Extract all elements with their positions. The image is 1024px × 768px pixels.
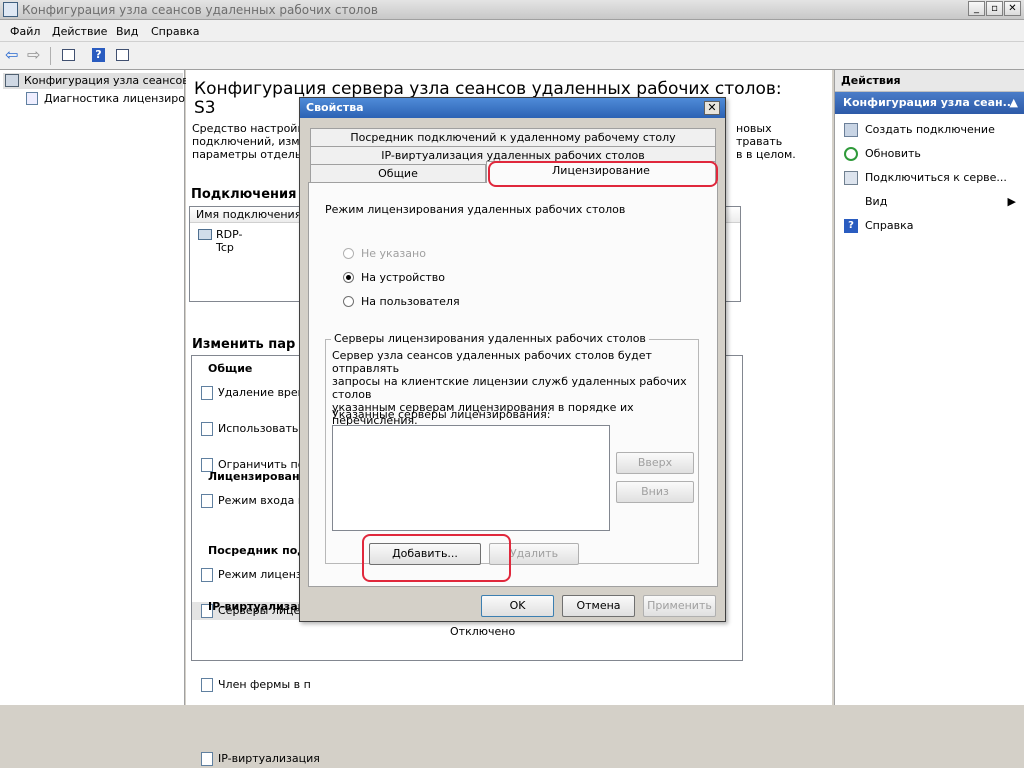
action-create-connection[interactable]: Создать подключение (835, 118, 1024, 142)
radio-per-user[interactable] (343, 296, 354, 307)
tree-root-label: Конфигурация узла сеансов у (24, 74, 199, 87)
show-hide-tree-icon[interactable] (58, 45, 78, 65)
back-icon[interactable]: ⇦ (4, 45, 24, 65)
console-tree: Конфигурация узла сеансов у Диагностика … (0, 70, 219, 705)
servers-description-line: запросы на клиентские лицензии служб уда… (332, 375, 687, 401)
menu-action[interactable]: Действие (52, 25, 107, 38)
title-bar: Конфигурация узла сеансов удаленных рабо… (0, 0, 1024, 20)
description: Средство настройки подключений, измен па… (192, 122, 315, 161)
description-line: подключений, измен (192, 135, 314, 148)
toolbar: ⇦ ⇨ ? (0, 42, 1024, 70)
licensing-panel: Режим лицензирования удаленных рабочих с… (308, 182, 718, 587)
group-general: Общие (208, 362, 253, 375)
licensing-mode-label: Режим лицензирования удаленных рабочих с… (325, 203, 626, 216)
forward-icon[interactable]: ⇨ (26, 45, 46, 65)
setting-row[interactable]: IP-виртуализация (192, 750, 742, 768)
action-label: Создать подключение (865, 123, 995, 136)
dialog-title: Свойства (300, 98, 725, 118)
setting-label: Член фермы в п (218, 678, 311, 691)
setting-icon (201, 494, 213, 508)
tab-general[interactable]: Общие (310, 164, 486, 182)
move-up-button[interactable]: Вверх (616, 452, 694, 474)
setting-icon (201, 386, 213, 400)
servers-description-line: Сервер узла сеансов удаленных рабочих ст… (332, 349, 652, 375)
menu-view[interactable]: Вид (116, 25, 138, 38)
tab-broker[interactable]: Посредник подключений к удаленному рабоч… (310, 128, 716, 146)
collapse-icon[interactable]: ▲ (1010, 96, 1018, 109)
action-view[interactable]: Вид ▶ (835, 190, 1024, 214)
actions-pane: Действия Конфигурация узла сеан... ▲ Соз… (834, 70, 1024, 705)
radio-per-device[interactable] (343, 272, 354, 283)
refresh-icon (844, 147, 858, 161)
diagnostic-icon (26, 92, 38, 105)
setting-icon (201, 422, 213, 436)
description-right: новых травать в в целом. (736, 122, 796, 161)
radio-per-device-label: На устройство (361, 271, 446, 284)
toolbar-separator (50, 47, 51, 65)
connect-server-icon (844, 171, 858, 185)
highlight-add-button (362, 534, 511, 582)
menu-bar: Файл Действие Вид Справка (0, 20, 1024, 42)
action-connect-server[interactable]: Подключиться к серве... (835, 166, 1024, 190)
action-label: Справка (865, 219, 914, 232)
move-down-button[interactable]: Вниз (616, 481, 694, 503)
cancel-button[interactable]: Отмена (562, 595, 635, 617)
setting-label: IP-виртуализация (218, 752, 320, 765)
radio-not-specified[interactable] (343, 248, 354, 259)
actions-title: Действия (835, 70, 1024, 92)
apply-button[interactable]: Применить (643, 595, 716, 617)
close-button[interactable]: ✕ (1004, 1, 1021, 16)
maximize-button[interactable]: ▫ (986, 1, 1003, 16)
description-line: новых (736, 122, 772, 135)
edit-settings-title: Изменить пар (192, 337, 296, 352)
description-line: параметры отдельно (192, 148, 316, 161)
show-action-pane-icon[interactable] (112, 45, 132, 65)
action-label: Подключиться к серве... (865, 171, 1007, 184)
description-line: травать (736, 135, 783, 148)
radio-not-specified-label: Не указано (361, 247, 426, 260)
actions-section-label: Конфигурация узла сеан... (843, 96, 1016, 109)
menu-file[interactable]: Файл (10, 25, 40, 38)
action-label: Обновить (865, 147, 921, 160)
page-title: Конфигурация сервера узла сеансов удален… (194, 79, 782, 99)
ip-virtualization-value: Отключено (450, 625, 516, 638)
app-icon (3, 2, 18, 17)
highlight-licensing-tab (488, 161, 718, 187)
dialog-close-button[interactable]: ✕ (704, 101, 720, 115)
new-connection-icon (844, 123, 858, 137)
properties-dialog: Свойства ✕ Посредник подключений к удале… (299, 97, 726, 622)
actions-section[interactable]: Конфигурация узла сеан... ▲ (835, 92, 1024, 114)
servers-list-label: Указанные серверы лицензирования: (332, 408, 551, 421)
server-icon (5, 74, 19, 87)
menu-help[interactable]: Справка (151, 25, 199, 38)
tree-root[interactable]: Конфигурация узла сеансов у (3, 73, 199, 89)
setting-icon (201, 752, 213, 766)
server-name: S3 (194, 98, 216, 118)
connection-name: RDP-Tcp (216, 228, 243, 254)
group-licensing: Лицензирован (208, 470, 300, 483)
servers-listbox[interactable] (332, 425, 610, 531)
description-line: в в целом. (736, 148, 796, 161)
help-icon[interactable]: ? (88, 45, 108, 65)
description-line: Средство настройки (192, 122, 312, 135)
action-refresh[interactable]: Обновить (835, 142, 1024, 166)
minimize-button[interactable]: _ (968, 1, 985, 16)
submenu-arrow-icon: ▶ (1007, 195, 1016, 208)
servers-group-label: Серверы лицензирования удаленных рабочих… (331, 332, 649, 345)
action-label: Вид (865, 195, 888, 208)
connection-icon (198, 229, 212, 240)
group-broker: Посредник подк (208, 544, 314, 557)
connections-title: Подключения (191, 187, 297, 202)
setting-icon (201, 568, 213, 582)
help-icon: ? (844, 219, 858, 233)
action-help[interactable]: ? Справка (835, 214, 1024, 238)
setting-icon (201, 678, 213, 692)
window-title: Конфигурация узла сеансов удаленных рабо… (22, 3, 378, 17)
setting-row[interactable]: Член фермы в п (192, 676, 742, 694)
group-ip-virtualization: IP-виртуализац (208, 600, 306, 613)
radio-per-user-label: На пользователя (361, 295, 460, 308)
ok-button[interactable]: OK (481, 595, 554, 617)
